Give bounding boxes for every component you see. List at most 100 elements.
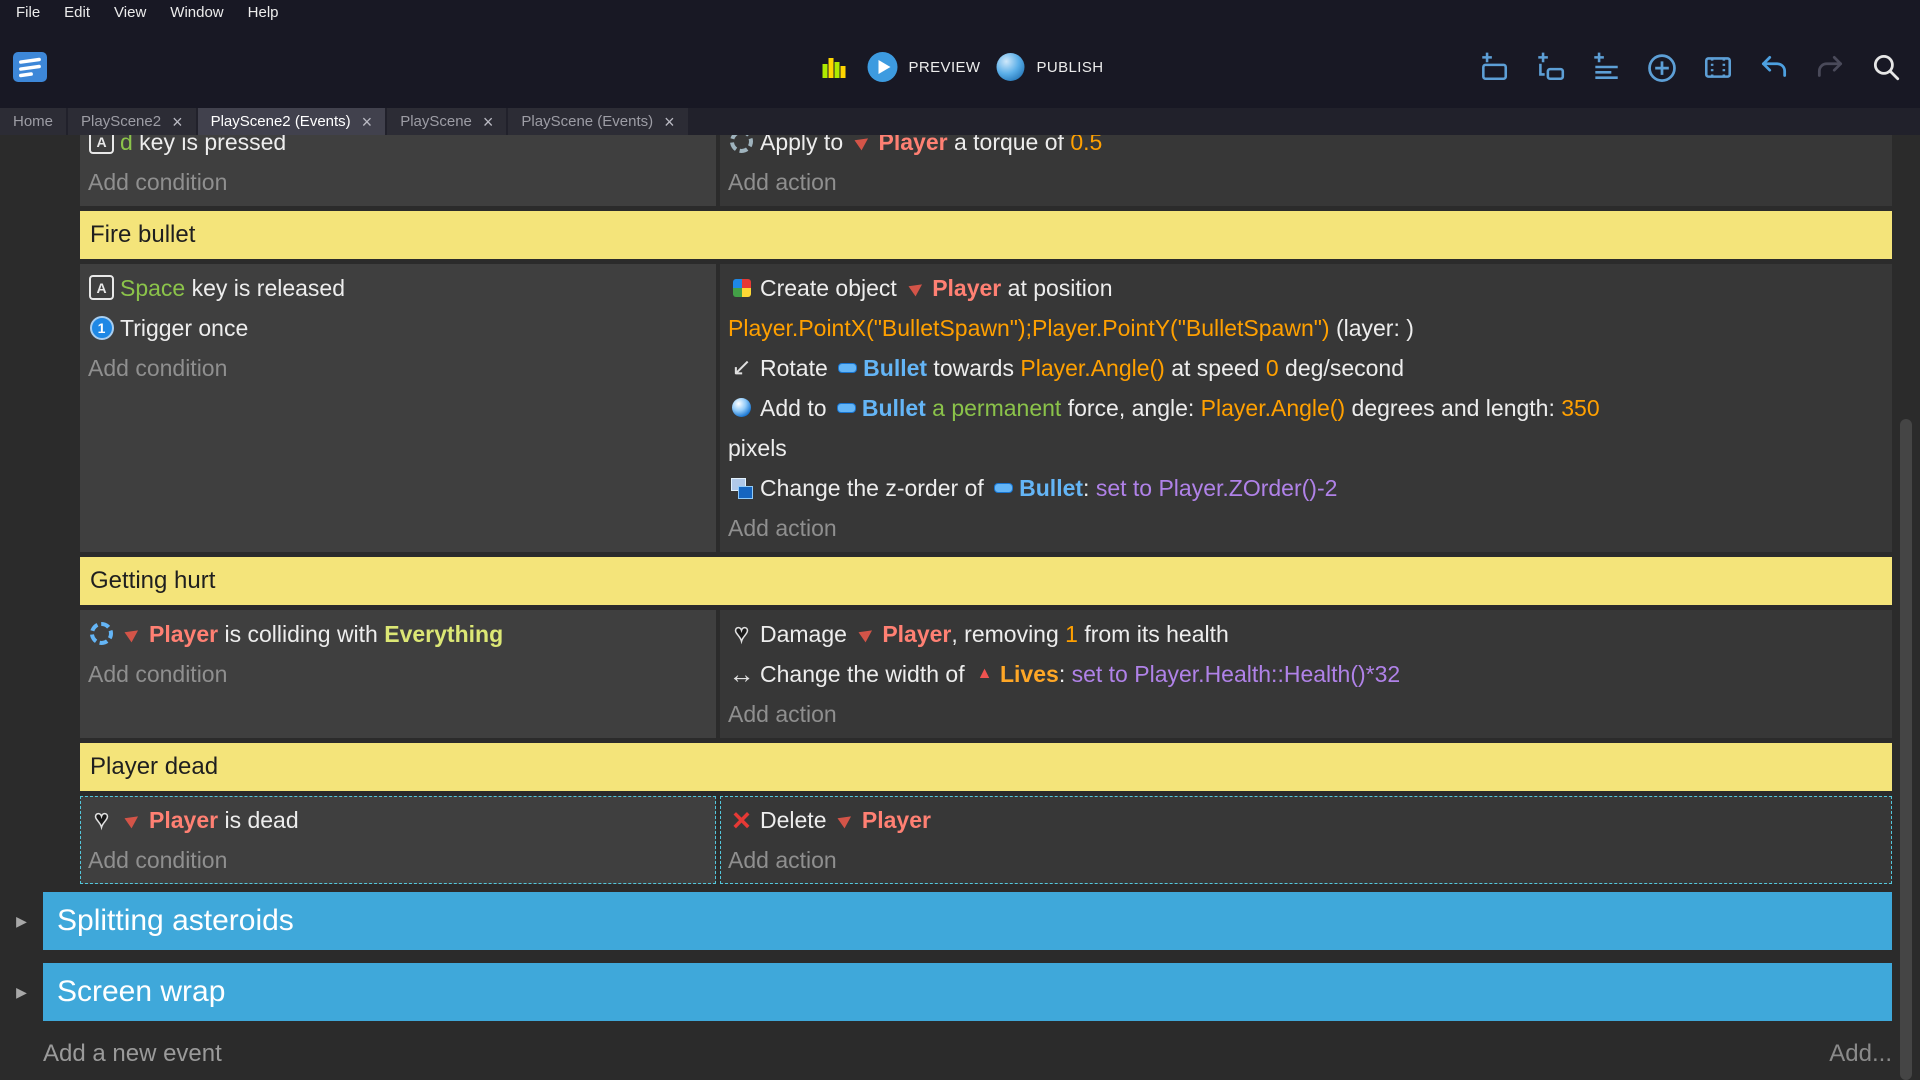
text-segment: 0.5 [1070, 135, 1102, 155]
add-comment-button[interactable] [1588, 49, 1624, 85]
text-segment: Player [862, 807, 931, 833]
event-text-line[interactable]: Trigger once [88, 308, 706, 348]
text-segment: at speed [1165, 355, 1266, 381]
expand-arrow-icon[interactable]: ▶ [0, 913, 43, 930]
event-text-line[interactable]: Damage Player, removing 1 from its healt… [728, 614, 1882, 654]
conditions-cell[interactable]: Player is colliding with EverythingAdd c… [80, 610, 716, 738]
film-strip-button[interactable] [1700, 49, 1736, 85]
scrollbar[interactable] [1900, 135, 1912, 1080]
once-icon [88, 315, 115, 341]
actions-cell[interactable]: Create object Player at positionPlayer.P… [720, 264, 1892, 552]
event-text-line[interactable]: Player is dead [88, 800, 706, 840]
add-condition-button[interactable]: Add condition [88, 348, 706, 388]
tab-label: Home [13, 113, 53, 130]
comment-row[interactable]: Getting hurt [80, 557, 1892, 605]
add-button[interactable]: Add... [1829, 1040, 1892, 1068]
text-segment: Create object [760, 275, 903, 301]
menu-edit[interactable]: Edit [52, 0, 102, 26]
actions-cell[interactable]: Damage Player, removing 1 from its healt… [720, 610, 1892, 738]
tab-close-icon[interactable]: × [172, 113, 183, 131]
events-sheet: d key is pressedAdd conditionApply to Pl… [0, 135, 1892, 1034]
tab-close-icon[interactable]: × [664, 113, 675, 131]
create-icon [728, 275, 755, 301]
group-row: ▶Screen wrap [0, 963, 1892, 1021]
add-condition-button[interactable]: Add condition [88, 654, 706, 694]
event-text-line[interactable]: Create object Player at position [728, 268, 1882, 308]
add-action-button[interactable]: Add action [728, 694, 1882, 734]
add-action-button[interactable]: Add action [728, 162, 1882, 202]
redo-button[interactable] [1812, 49, 1848, 85]
tab-close-icon[interactable]: × [483, 113, 494, 131]
menu-help[interactable]: Help [236, 0, 291, 26]
text-segment: Player [932, 275, 1001, 301]
tab-playscene2[interactable]: PlayScene2 × [68, 108, 196, 135]
text-segment: , removing [951, 621, 1065, 647]
event-text-line[interactable]: Player.PointX("BulletSpawn");Player.Poin… [728, 308, 1882, 348]
add-subevent-button[interactable] [1532, 49, 1568, 85]
event-text-line[interactable]: Add to Bullet a permanent force, angle: … [728, 388, 1882, 428]
event-text-line[interactable]: Player is colliding with Everything [88, 614, 706, 654]
add-new-event-button[interactable]: Add a new event [43, 1040, 222, 1068]
width-icon [728, 661, 755, 687]
heart-icon [88, 807, 115, 833]
undo-button[interactable] [1756, 49, 1792, 85]
conditions-cell[interactable]: Player is deadAdd condition [80, 796, 716, 884]
menu-window[interactable]: Window [158, 0, 235, 26]
keyboard-icon [88, 135, 115, 155]
comment-row[interactable]: Player dead [80, 743, 1892, 791]
add-other-event-button[interactable] [1644, 49, 1680, 85]
publish-label: PUBLISH [1036, 59, 1103, 76]
search-button[interactable] [1868, 49, 1904, 85]
conditions-cell[interactable]: d key is pressedAdd condition [80, 135, 716, 206]
expand-arrow-icon[interactable]: ▶ [0, 984, 43, 1001]
scrollbar-thumb[interactable] [1900, 419, 1912, 1080]
text-segment: Damage [760, 621, 853, 647]
text-segment: Change the z-order of [760, 475, 990, 501]
text-segment: Player [149, 807, 218, 833]
conditions-cell[interactable]: Space key is released Trigger once Add con… [80, 264, 716, 552]
event-row: d key is pressedAdd conditionApply to Pl… [80, 135, 1892, 206]
tab-label: PlayScene [400, 113, 472, 130]
event-text-line[interactable]: d key is pressed [88, 135, 706, 162]
event-text-line[interactable]: Change the z-order of Bullet: set to Pla… [728, 468, 1882, 508]
event-text-line[interactable]: Delete Player [728, 800, 1882, 840]
event-text-line[interactable]: pixels [728, 428, 1882, 468]
tab-playscene[interactable]: PlayScene × [387, 108, 506, 135]
player-icon [850, 135, 877, 155]
tab-playscene2-events[interactable]: PlayScene2 (Events)× [198, 108, 386, 135]
tab-playscene-events[interactable]: PlayScene (Events)× [508, 108, 687, 135]
text-segment: Everything [384, 621, 503, 647]
event-text-line[interactable]: Rotate Bullet towards Player.Angle() at … [728, 348, 1882, 388]
add-action-button[interactable]: Add action [728, 508, 1882, 548]
publish-button[interactable]: PUBLISH [994, 51, 1103, 83]
menu-view[interactable]: View [102, 0, 158, 26]
text-segment: 0 [1266, 355, 1279, 381]
preview-button[interactable]: PREVIEW [867, 51, 981, 83]
text-segment: degrees and length: [1345, 395, 1561, 421]
comment-row[interactable]: Fire bullet [80, 211, 1892, 259]
text-segment: deg/second [1279, 355, 1404, 381]
tab-home[interactable]: Home [0, 108, 66, 135]
add-action-button[interactable]: Add action [728, 840, 1882, 880]
group-title[interactable]: Screen wrap [43, 963, 1892, 1021]
toolbar-right [1476, 49, 1920, 85]
text-segment: : [1083, 475, 1096, 501]
actions-cell[interactable]: Delete PlayerAdd action [720, 796, 1892, 884]
event-text-line[interactable]: Change the width of Lives: set to Player… [728, 654, 1882, 694]
actions-cell[interactable]: Apply to Player a torque of 0.5Add actio… [720, 135, 1892, 206]
add-condition-button[interactable]: Add condition [88, 840, 706, 880]
event-text-line[interactable]: Space key is released [88, 268, 706, 308]
player-icon [120, 621, 147, 647]
tab-close-icon[interactable]: × [362, 113, 373, 131]
group-title[interactable]: Splitting asteroids [43, 892, 1892, 950]
event-row: Space key is released Trigger once Add con… [80, 264, 1892, 552]
gdevelop-logo-icon[interactable] [12, 51, 48, 83]
tab-label: PlayScene2 [81, 113, 161, 130]
menu-file[interactable]: File [4, 0, 52, 26]
add-condition-button[interactable]: Add condition [88, 162, 706, 202]
event-text-line[interactable]: Apply to Player a torque of 0.5 [728, 135, 1882, 162]
add-event-button[interactable] [1476, 49, 1512, 85]
blocks-icon[interactable] [817, 49, 853, 85]
text-segment: Trigger once [120, 315, 248, 341]
event-row: Player is colliding with EverythingAdd c… [80, 610, 1892, 738]
